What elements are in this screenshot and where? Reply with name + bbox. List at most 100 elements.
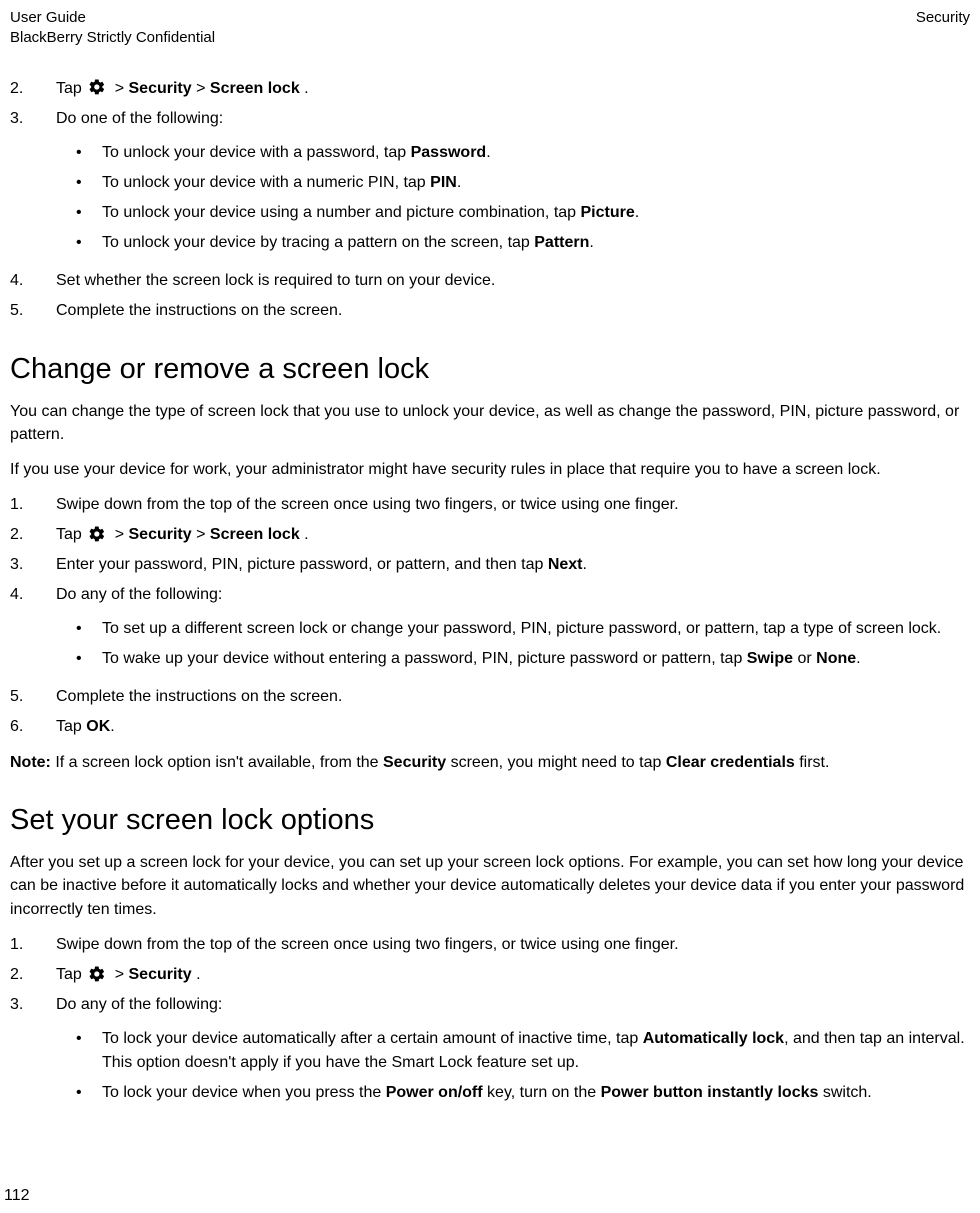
list-item: To unlock your device with a numeric PIN…	[56, 171, 970, 195]
list-item: To unlock your device by tracing a patte…	[56, 231, 970, 255]
doc-title: User Guide	[10, 8, 215, 28]
text-bold: Automatically lock	[643, 1030, 784, 1047]
text-bold: Screen lock	[210, 526, 300, 543]
text: >	[115, 80, 129, 97]
text: or	[793, 650, 816, 667]
paragraph: After you set up a screen lock for your …	[10, 851, 970, 921]
text-bold: Password	[411, 144, 487, 161]
list-item: To lock your device when you press the P…	[56, 1081, 970, 1105]
bullet-list: To unlock your device with a password, t…	[56, 141, 970, 255]
text: .	[486, 144, 490, 161]
text: Tap	[56, 966, 86, 983]
text: screen, you might need to tap	[446, 754, 666, 771]
step-body: Tap > Security > Screen lock .	[56, 77, 970, 101]
text: >	[115, 526, 129, 543]
list-item: 2. Tap > Security .	[10, 963, 970, 987]
header-left: User Guide BlackBerry Strictly Confident…	[10, 8, 215, 49]
text: .	[583, 556, 587, 573]
text: Do any of the following:	[56, 996, 222, 1013]
note-label: Note:	[10, 754, 51, 771]
text: If a screen lock option isn't available,…	[51, 754, 383, 771]
list-item: To wake up your device without entering …	[56, 647, 970, 671]
list-item: 3. Enter your password, PIN, picture pas…	[10, 553, 970, 577]
text: To lock your device when you press the	[102, 1084, 386, 1101]
step-body: Tap > Security > Screen lock .	[56, 523, 970, 547]
text: To unlock your device with a password, t…	[102, 144, 411, 161]
bullet-list: To lock your device automatically after …	[56, 1027, 970, 1105]
step-number: 2.	[10, 523, 56, 547]
text: key, turn on the	[483, 1084, 601, 1101]
text: >	[196, 526, 210, 543]
step-body: Swipe down from the top of the screen on…	[56, 493, 970, 517]
step-number: 1.	[10, 493, 56, 517]
list-item: 3. Do any of the following: To lock your…	[10, 993, 970, 1113]
text: .	[856, 650, 860, 667]
text: To lock your device automatically after …	[102, 1030, 643, 1047]
gear-icon	[88, 78, 106, 96]
text: To unlock your device using a number and…	[102, 204, 581, 221]
step-number: 4.	[10, 583, 56, 679]
step-number: 4.	[10, 269, 56, 293]
list-item: To lock your device automatically after …	[56, 1027, 970, 1075]
list-item: 3. Do one of the following: To unlock yo…	[10, 107, 970, 263]
text-bold: Security	[129, 80, 192, 97]
note: Note: If a screen lock option isn't avai…	[10, 751, 970, 774]
step-number: 3.	[10, 993, 56, 1113]
list-item: 5. Complete the instructions on the scre…	[10, 299, 970, 323]
text: To unlock your device by tracing a patte…	[102, 234, 534, 251]
text: >	[196, 80, 210, 97]
text: To wake up your device without entering …	[102, 650, 747, 667]
step-body: Tap OK.	[56, 715, 970, 739]
section-label: Security	[916, 8, 970, 49]
bullet-list: To set up a different screen lock or cha…	[56, 617, 970, 671]
section-heading: Set your screen lock options	[10, 804, 970, 837]
list-item: To unlock your device using a number and…	[56, 201, 970, 225]
text-bold: Screen lock	[210, 80, 300, 97]
text-bold: Security	[129, 526, 192, 543]
text-bold: Power on/off	[386, 1084, 483, 1101]
step-number: 2.	[10, 77, 56, 101]
step-body: Complete the instructions on the screen.	[56, 299, 970, 323]
step-body: Enter your password, PIN, picture passwo…	[56, 553, 970, 577]
step-number: 6.	[10, 715, 56, 739]
page-header: User Guide BlackBerry Strictly Confident…	[10, 8, 970, 49]
step-number: 1.	[10, 933, 56, 957]
text: .	[110, 718, 114, 735]
text: Tap	[56, 526, 86, 543]
text-bold: Next	[548, 556, 583, 573]
list-item: 5. Complete the instructions on the scre…	[10, 685, 970, 709]
step-number: 3.	[10, 553, 56, 577]
step-body: Do any of the following: To set up a dif…	[56, 583, 970, 679]
text: Enter your password, PIN, picture passwo…	[56, 556, 548, 573]
list-item: 1. Swipe down from the top of the screen…	[10, 933, 970, 957]
list-item: 4. Set whether the screen lock is requir…	[10, 269, 970, 293]
step-body: Do one of the following: To unlock your …	[56, 107, 970, 263]
paragraph: You can change the type of screen lock t…	[10, 400, 970, 446]
list-item: 6. Tap OK.	[10, 715, 970, 739]
list-item: To set up a different screen lock or cha…	[56, 617, 970, 641]
text: To set up a different screen lock or cha…	[102, 617, 941, 641]
page-number: 112	[4, 1187, 30, 1205]
text: Do one of the following:	[56, 110, 223, 127]
text-bold: Picture	[581, 204, 635, 221]
section-heading: Change or remove a screen lock	[10, 353, 970, 386]
steps-list: 2. Tap > Security > Screen lock . 3. Do …	[10, 77, 970, 323]
text: Tap	[56, 718, 86, 735]
step-body: Set whether the screen lock is required …	[56, 269, 970, 293]
step-number: 5.	[10, 299, 56, 323]
step-number: 2.	[10, 963, 56, 987]
list-item: 2. Tap > Security > Screen lock .	[10, 523, 970, 547]
text: Do any of the following:	[56, 586, 222, 603]
text: .	[304, 80, 308, 97]
gear-icon	[88, 525, 106, 543]
text: first.	[795, 754, 830, 771]
text-bold: None	[816, 650, 856, 667]
text-bold: Security	[383, 754, 446, 771]
text: .	[635, 204, 639, 221]
text: To unlock your device with a numeric PIN…	[102, 174, 430, 191]
page-content: 2. Tap > Security > Screen lock . 3. Do …	[10, 77, 970, 1113]
text: >	[115, 966, 129, 983]
step-body: Swipe down from the top of the screen on…	[56, 933, 970, 957]
text: .	[196, 966, 200, 983]
step-body: Tap > Security .	[56, 963, 970, 987]
